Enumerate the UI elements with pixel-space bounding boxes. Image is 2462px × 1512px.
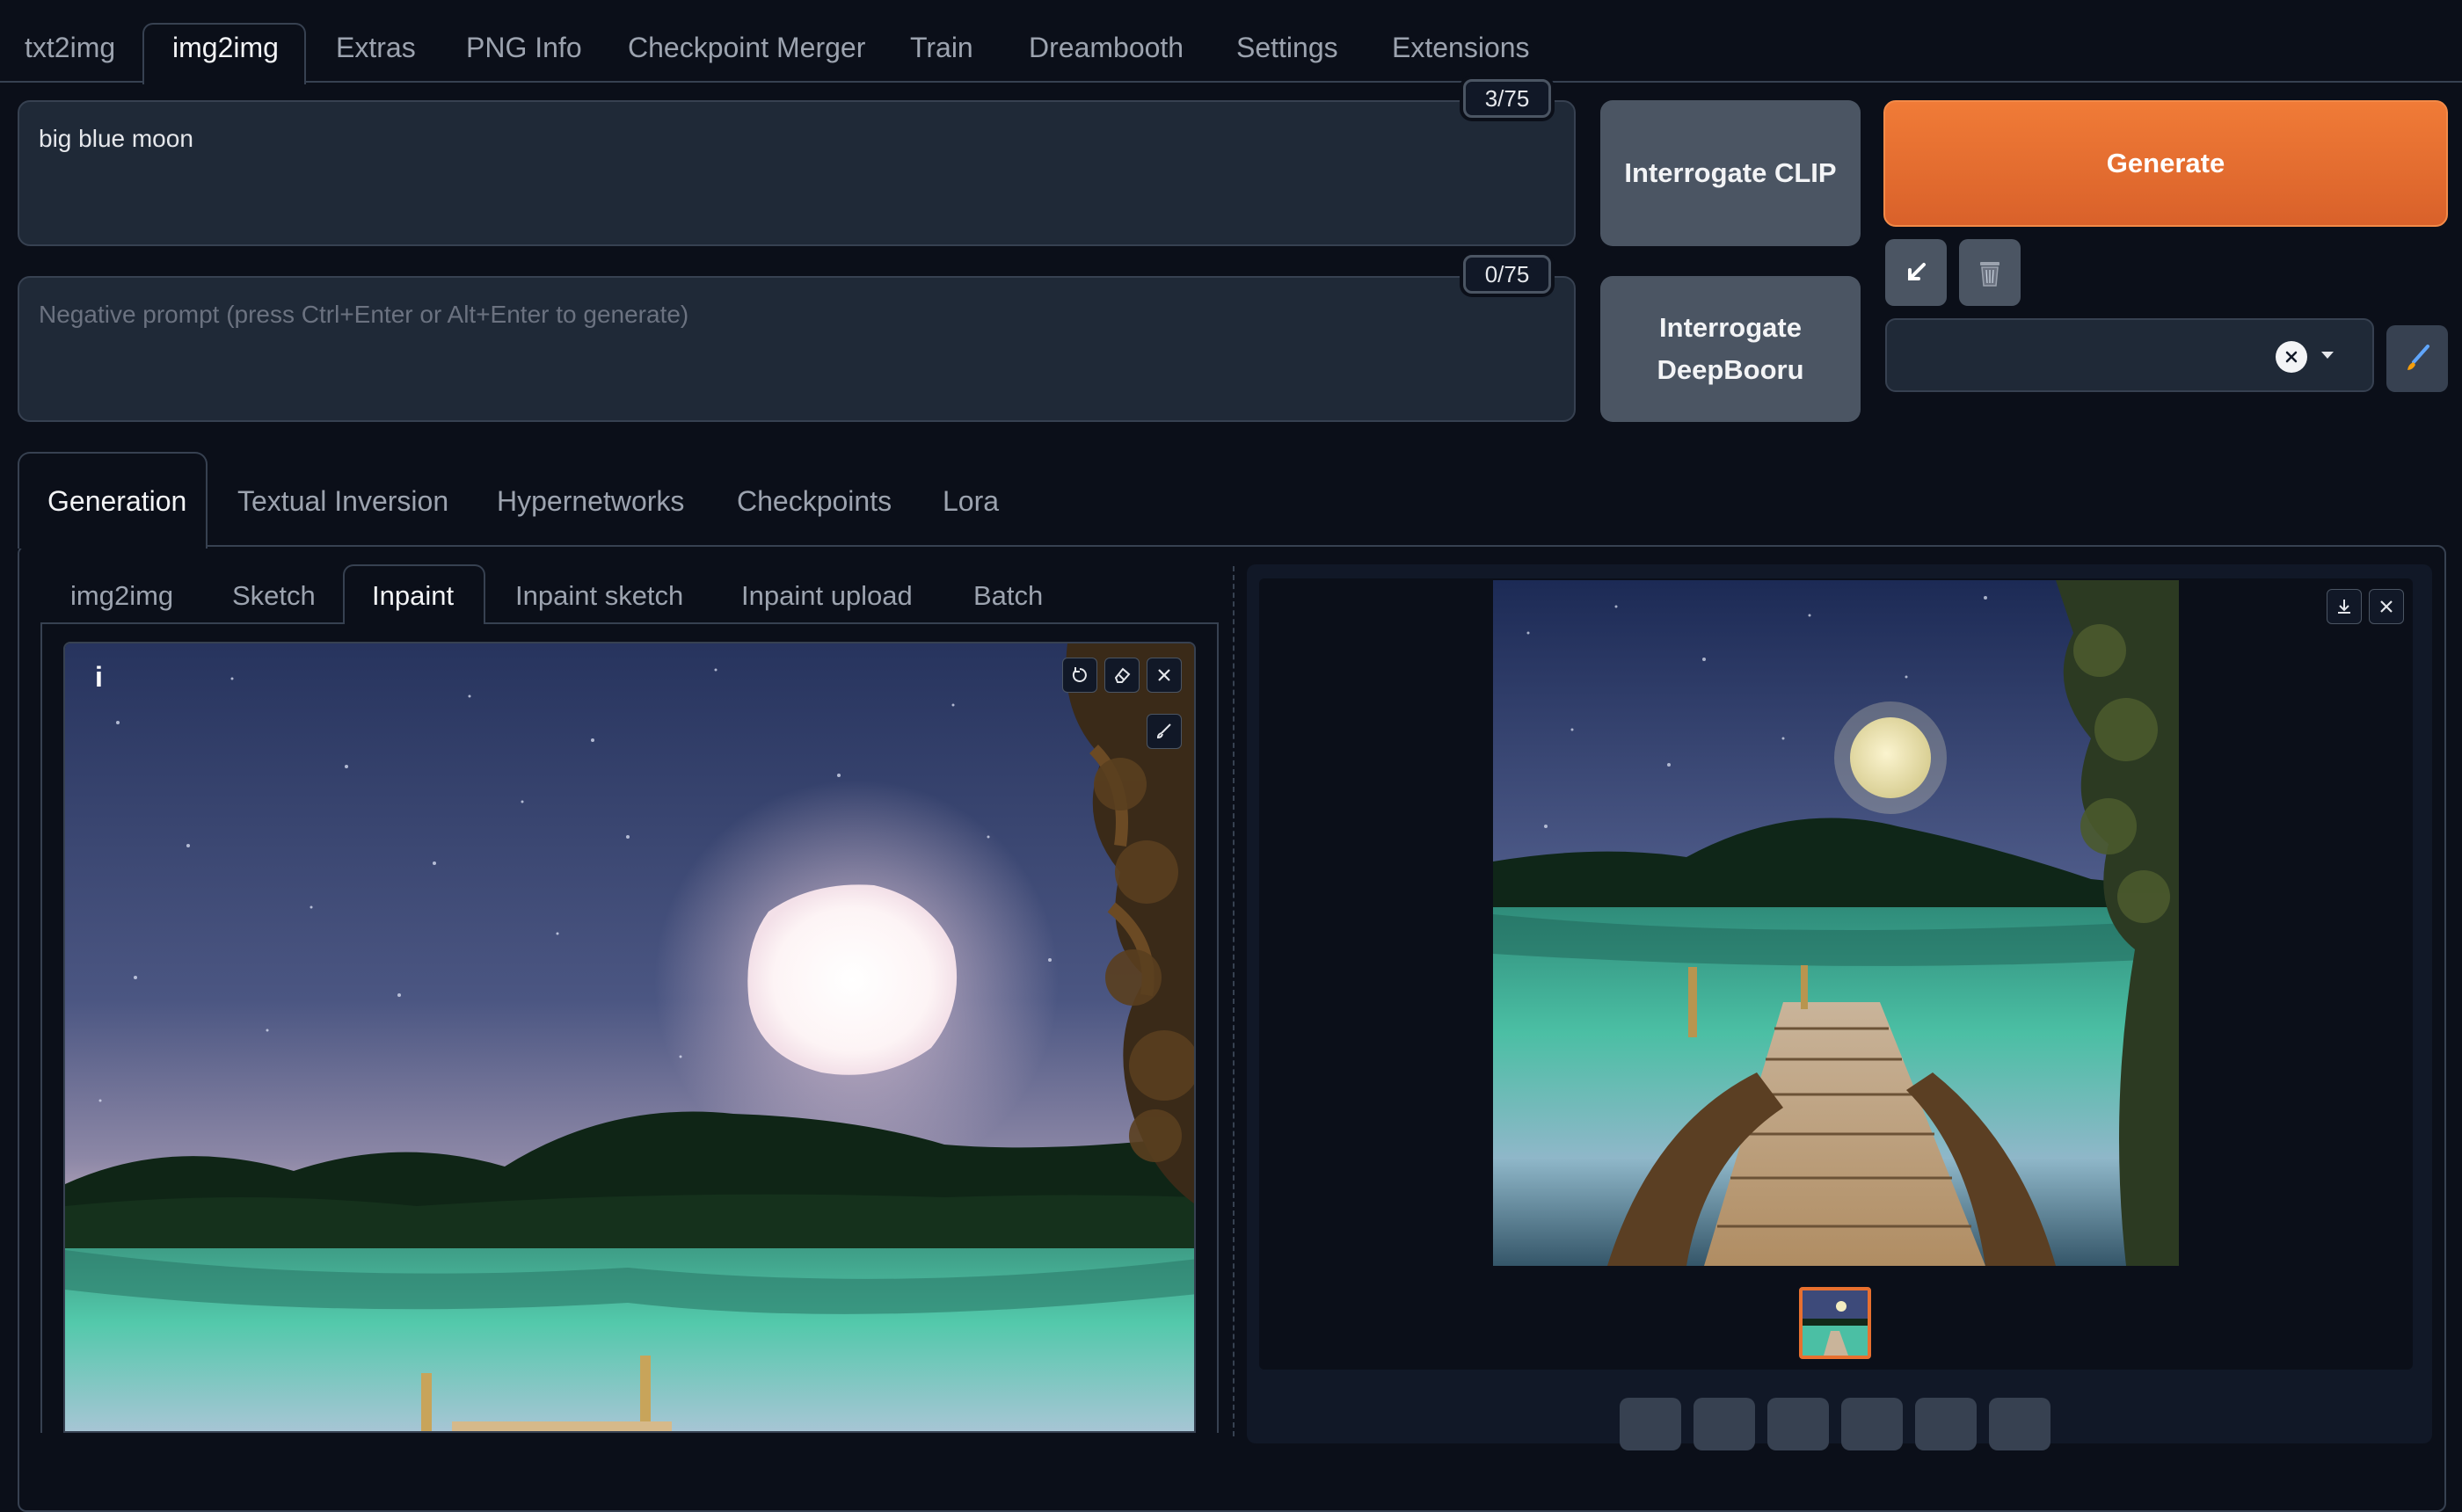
interrogate-clip-button[interactable]: Interrogate CLIP <box>1600 100 1861 246</box>
tab-mode-inpaint-upload[interactable]: Inpaint upload <box>741 580 913 612</box>
eraser-icon[interactable] <box>1104 658 1140 693</box>
inpaint-canvas[interactable]: i <box>63 642 1196 1433</box>
paste-params-button[interactable] <box>1885 239 1947 306</box>
tab-mode-inpaint[interactable]: Inpaint <box>372 580 454 612</box>
styles-dropdown[interactable] <box>1885 318 2374 392</box>
negative-prompt-input[interactable]: Negative prompt (press Ctrl+Enter or Alt… <box>18 276 1576 422</box>
tab-mode-inpaint-sketch[interactable]: Inpaint sketch <box>515 580 683 612</box>
generate-button[interactable]: Generate <box>1883 100 2448 227</box>
open-folder-button[interactable] <box>1620 1398 1681 1450</box>
generated-image <box>1493 580 2179 1266</box>
tab-train[interactable]: Train <box>910 32 973 64</box>
arrow-down-left-icon <box>1908 263 1926 280</box>
paintbrush-icon <box>2407 345 2429 370</box>
save-button[interactable] <box>1694 1398 1755 1450</box>
send-to-inpaint-button[interactable] <box>1915 1398 1977 1450</box>
tab-mode-img2img[interactable]: img2img <box>70 580 173 612</box>
brush-icon[interactable] <box>1147 714 1182 749</box>
tab-txt2img[interactable]: txt2img <box>25 32 115 64</box>
tab-mode-batch[interactable]: Batch <box>973 580 1043 612</box>
interrogate-deepbooru-label-2: DeepBooru <box>1657 354 1804 385</box>
gallery-close-icon[interactable] <box>2369 589 2404 624</box>
download-icon[interactable] <box>2327 589 2362 624</box>
tab-extensions[interactable]: Extensions <box>1392 32 1530 64</box>
tab-extras[interactable]: Extras <box>336 32 416 64</box>
clear-selection-icon[interactable] <box>2276 341 2307 373</box>
undo-icon[interactable] <box>1062 658 1097 693</box>
interrogate-deepbooru-label-1: Interrogate <box>1659 312 1802 343</box>
tab-lora[interactable]: Lora <box>943 485 999 518</box>
source-image <box>65 643 1194 1431</box>
output-image[interactable] <box>1493 580 2179 1266</box>
send-to-img2img-button[interactable] <box>1841 1398 1903 1450</box>
trash-icon <box>1980 262 1999 287</box>
clear-prompt-button[interactable] <box>1959 239 2021 306</box>
interrogate-deepbooru-button[interactable]: Interrogate DeepBooru <box>1600 276 1861 422</box>
tab-checkpoints[interactable]: Checkpoints <box>737 485 892 518</box>
tab-mode-sketch[interactable]: Sketch <box>232 580 316 612</box>
chevron-down-icon[interactable] <box>2321 352 2334 359</box>
negative-prompt-token-counter: 0/75 <box>1463 255 1551 294</box>
tab-checkpoint-merger[interactable]: Checkpoint Merger <box>628 32 865 64</box>
tab-hypernetworks[interactable]: Hypernetworks <box>497 485 684 518</box>
tab-settings[interactable]: Settings <box>1236 32 1338 64</box>
gallery-thumbnail[interactable] <box>1799 1287 1871 1359</box>
column-divider <box>1233 566 1235 1436</box>
thumbnail-image <box>1803 1290 1868 1356</box>
close-icon[interactable] <box>1147 658 1182 693</box>
zip-button[interactable] <box>1767 1398 1829 1450</box>
tab-generation[interactable]: Generation <box>47 485 186 518</box>
top-tab-bar: txt2img img2img Extras PNG Info Checkpoi… <box>0 0 2462 84</box>
canvas-info-label: i <box>95 661 103 693</box>
tab-img2img[interactable]: img2img <box>172 32 279 64</box>
tab-textual-inversion[interactable]: Textual Inversion <box>237 485 448 518</box>
apply-style-button[interactable] <box>2386 325 2448 392</box>
tab-dreambooth[interactable]: Dreambooth <box>1029 32 1184 64</box>
send-to-extras-button[interactable] <box>1989 1398 2050 1450</box>
prompt-input[interactable]: big blue moon <box>18 100 1576 246</box>
tab-png-info[interactable]: PNG Info <box>466 32 582 64</box>
prompt-token-counter: 3/75 <box>1463 79 1551 118</box>
